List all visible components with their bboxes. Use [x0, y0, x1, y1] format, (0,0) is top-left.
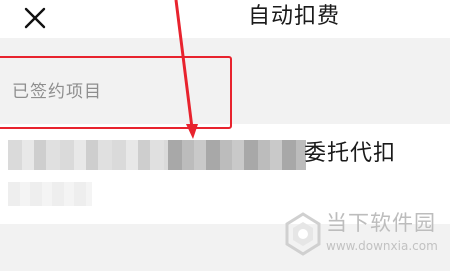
header: 自动扣费	[0, 0, 450, 38]
close-icon	[24, 7, 46, 29]
blurred-item-name	[8, 140, 306, 170]
watermark-logo-icon	[285, 212, 321, 256]
page-title: 自动扣费	[248, 4, 341, 29]
item-name-suffix: 委托代扣	[304, 141, 397, 166]
watermark-url: www.downxia.com	[326, 239, 438, 253]
close-button[interactable]	[18, 2, 52, 36]
highlight-box	[0, 56, 232, 129]
watermark-name: 当下软件园	[326, 211, 436, 235]
blurred-item-subtitle	[8, 182, 92, 206]
